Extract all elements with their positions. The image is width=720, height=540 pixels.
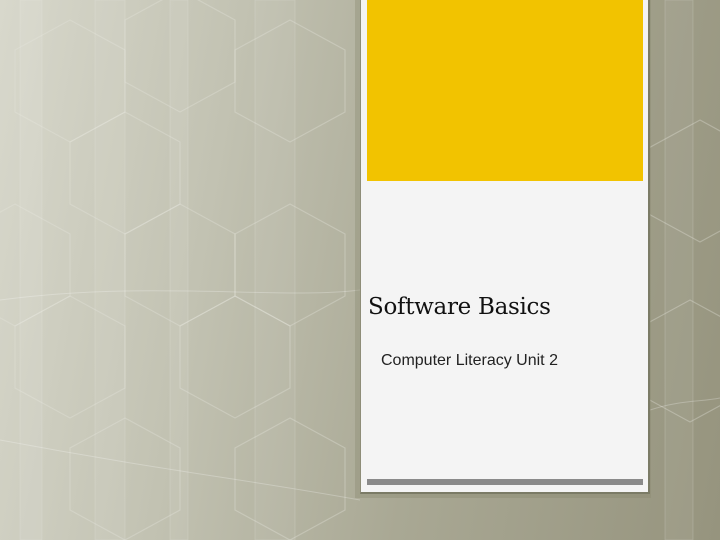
slide-subtitle: Computer Literacy Unit 2 — [381, 352, 558, 369]
slide-title: Software Basics — [368, 294, 551, 320]
panel-footer-bar — [367, 479, 643, 485]
accent-block — [367, 0, 643, 181]
slide: Software Basics Computer Literacy Unit 2 — [0, 0, 720, 540]
